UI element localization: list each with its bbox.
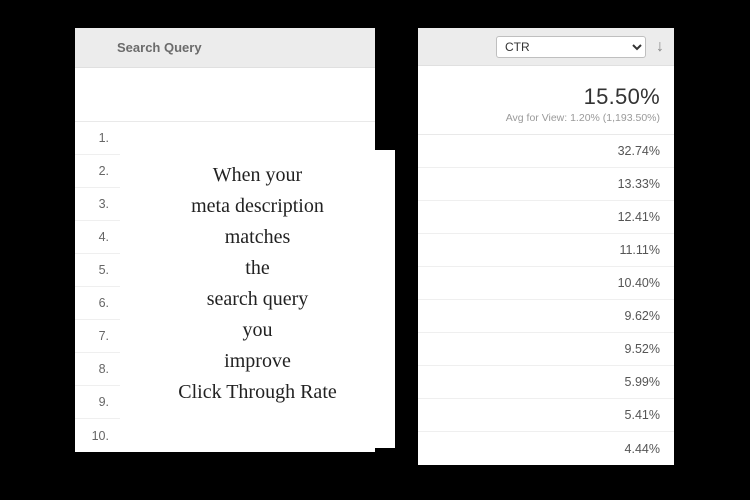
overlay-line: search query — [126, 284, 389, 315]
table-row[interactable]: 5.99% — [418, 366, 674, 399]
row-number: 8. — [75, 362, 117, 376]
row-number: 1. — [75, 131, 117, 145]
ctr-value: 32.74% — [618, 144, 660, 158]
metric-select[interactable]: CTR — [496, 36, 646, 58]
table-row[interactable]: 9.52% — [418, 333, 674, 366]
row-number: 7. — [75, 329, 117, 343]
ctr-summary-sub: Avg for View: 1.20% (1,193.50%) — [428, 112, 660, 124]
overlay-line: When your — [126, 160, 389, 191]
row-number: 10. — [75, 429, 117, 443]
table-row[interactable]: 5.41% — [418, 399, 674, 432]
table-row[interactable]: 11.11% — [418, 234, 674, 267]
overlay-line: the — [126, 253, 389, 284]
overlay-line: improve — [126, 346, 389, 377]
row-number: 6. — [75, 296, 117, 310]
search-query-header: Search Query — [75, 28, 375, 68]
ctr-value: 10.40% — [618, 276, 660, 290]
table-row[interactable]: 4.44% — [418, 432, 674, 465]
ctr-value: 9.52% — [625, 342, 660, 356]
overlay-line: matches — [126, 222, 389, 253]
ctr-summary: 15.50% Avg for View: 1.20% (1,193.50%) — [418, 66, 674, 135]
row-number: 5. — [75, 263, 117, 277]
table-row[interactable]: 10.40% — [418, 267, 674, 300]
ctr-value: 12.41% — [618, 210, 660, 224]
ctr-value: 4.44% — [625, 442, 660, 456]
overlay-line: you — [126, 315, 389, 346]
ctr-value: 11.11% — [619, 243, 660, 257]
ctr-value: 5.41% — [625, 408, 660, 422]
table-row[interactable]: 12.41% — [418, 201, 674, 234]
ctr-value: 9.62% — [625, 309, 660, 323]
sort-descending-icon[interactable]: ↓ — [656, 39, 664, 55]
table-row[interactable]: 9.62% — [418, 300, 674, 333]
row-number: 9. — [75, 395, 117, 409]
overlay-message: When your meta description matches the s… — [120, 150, 395, 448]
search-query-subheader — [75, 68, 375, 122]
overlay-line: Click Through Rate — [126, 377, 389, 408]
table-row[interactable]: 13.33% — [418, 168, 674, 201]
ctr-value: 5.99% — [625, 375, 660, 389]
overlay-line: meta description — [126, 191, 389, 222]
row-number: 2. — [75, 164, 117, 178]
ctr-rows: 32.74% 13.33% 12.41% 11.11% 10.40% 9.62%… — [418, 135, 674, 465]
ctr-panel: CTR ↓ 15.50% Avg for View: 1.20% (1,193.… — [418, 28, 674, 465]
table-row[interactable]: 32.74% — [418, 135, 674, 168]
row-number: 3. — [75, 197, 117, 211]
ctr-header: CTR ↓ — [418, 28, 674, 66]
ctr-value: 13.33% — [618, 177, 660, 191]
ctr-summary-value: 15.50% — [428, 84, 660, 110]
row-number: 4. — [75, 230, 117, 244]
